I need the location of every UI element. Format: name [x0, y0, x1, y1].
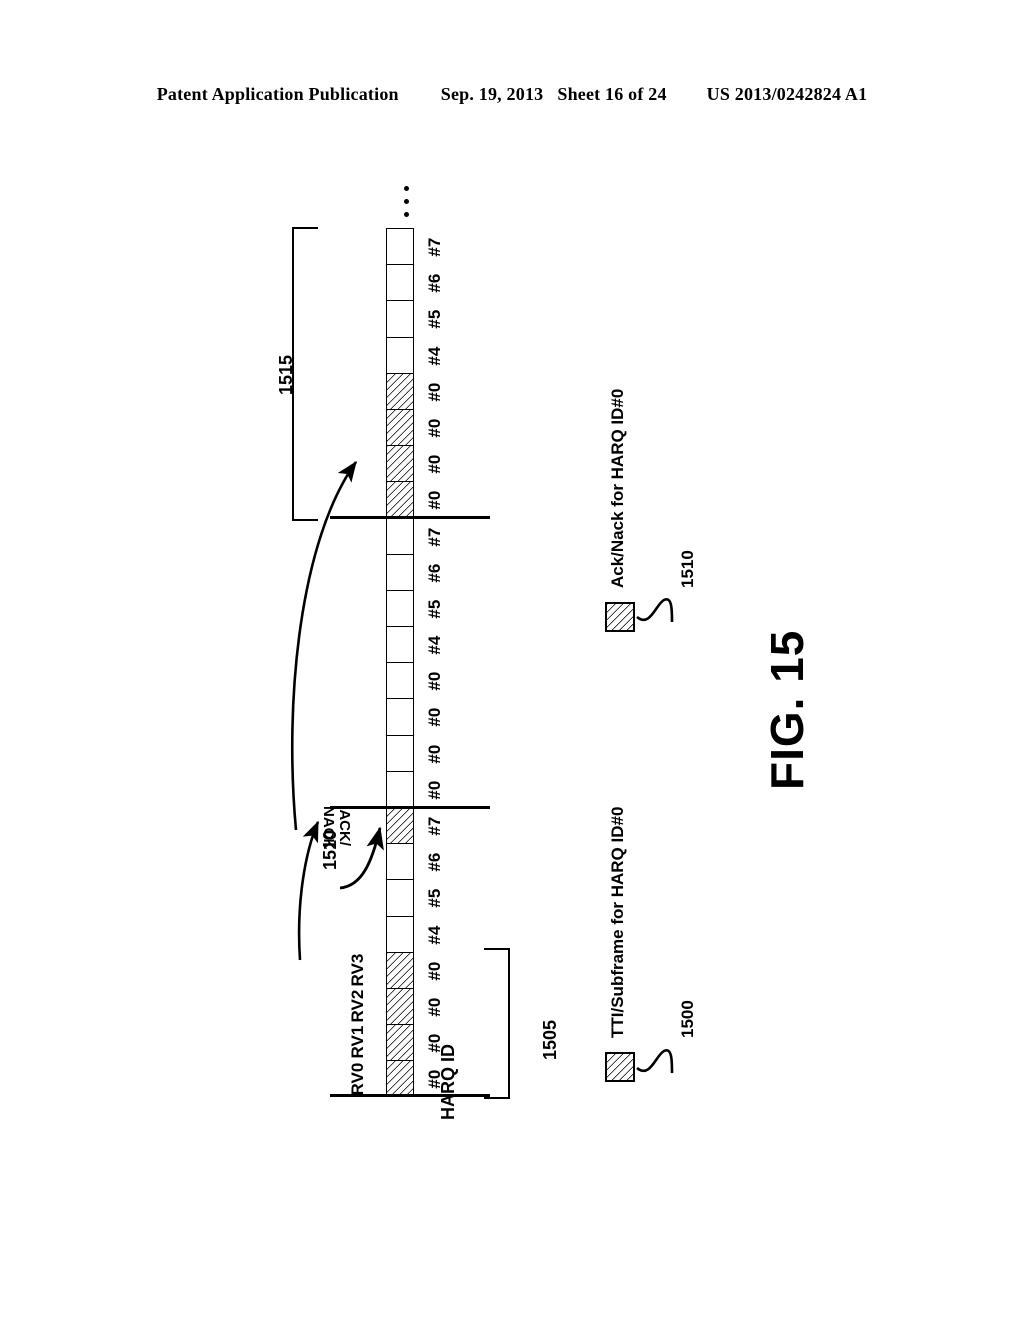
- tti-cell-harq-id: #6: [425, 852, 445, 872]
- legend-ref-1510: 1510: [678, 550, 697, 588]
- tti-cell: #0: [386, 951, 444, 988]
- tti-cell-harq-id: #7: [425, 816, 445, 836]
- tti-cell-harq-id: #0: [425, 708, 445, 727]
- tti-cell-harq-id: #0: [425, 997, 445, 1017]
- tti-cell: #7: [386, 517, 444, 554]
- tti-cell-harq-id: #0: [425, 671, 445, 691]
- legend-ref-1500: 1500: [678, 1000, 697, 1038]
- tti-cell-harq-id: #4: [425, 925, 445, 945]
- tti-cell: #0: [386, 1060, 444, 1097]
- legend-leader-acknack: [636, 598, 674, 623]
- legend-leader-tti: [636, 1049, 674, 1074]
- tti-cell-harq-id: #0: [425, 961, 445, 981]
- legend-label-acknack: Ack/Nack for HARQ ID#0: [608, 388, 627, 588]
- tti-cell-harq-id: #4: [425, 635, 445, 655]
- tti-cell: #0: [386, 408, 444, 446]
- tti-cell: #5: [386, 300, 444, 337]
- legend-swatch-tti: [605, 1052, 635, 1082]
- tti-cell: #0: [386, 1024, 444, 1061]
- tti-cell: #5: [386, 879, 444, 916]
- frame-separator-mid: [330, 806, 490, 809]
- tti-cell: #6: [386, 264, 444, 301]
- tti-cell-harq-id: #7: [425, 527, 445, 547]
- tti-cell-harq-id: #5: [425, 599, 445, 619]
- legend-swatch-acknack: [605, 602, 635, 632]
- bracket-1505-label: 1505: [540, 1019, 560, 1060]
- tti-cell: #0: [386, 372, 444, 409]
- arrow-to-acknack-region: [297, 820, 320, 961]
- tti-cell: #4: [386, 915, 444, 952]
- tti-cell: #7: [386, 807, 444, 844]
- tti-cell-harq-id: #0: [425, 744, 445, 764]
- tti-cell-harq-id: #5: [425, 310, 445, 329]
- tti-cell-harq-id: #0: [425, 780, 445, 800]
- figure-caption: FIG. 15: [761, 629, 813, 790]
- bracket-1515-label: 1515: [276, 354, 296, 395]
- tti-cell-harq-id: #5: [425, 889, 445, 908]
- frame-separator-bottom: [330, 1094, 490, 1097]
- tti-subframe-column: #7 #6 #5 #4 #0 #0 #0 #0 #7 #6 #5 #4 #0 #0 #0 #0 #7 #6 #5 #4…: [348, 228, 444, 1097]
- tti-cell: #0: [386, 445, 444, 482]
- tti-cell: #0: [386, 770, 444, 807]
- figure-annotations: [290, 460, 674, 1074]
- tti-cell-harq-id: #0: [425, 418, 445, 438]
- tti-cell: #0: [386, 734, 444, 771]
- tti-cell: #4: [386, 626, 444, 663]
- tti-cell: #0: [386, 698, 444, 735]
- acknack-ref-1510: 1510: [320, 829, 340, 870]
- harq-id-axis-caption: HARQ ID: [438, 1044, 458, 1120]
- legend-label-tti: TTI/Subframe for HARQ ID#0: [608, 806, 627, 1038]
- tti-cell: #0: [386, 987, 444, 1025]
- tti-cell: #6: [386, 843, 444, 880]
- tti-cell-harq-id: #6: [425, 563, 445, 583]
- tti-cell: #0: [386, 662, 444, 699]
- tti-cell-harq-id: #4: [425, 346, 445, 366]
- frame-separator-top: [330, 516, 490, 519]
- tti-cell: #0: [386, 481, 444, 518]
- tti-cell-harq-id: #7: [425, 237, 445, 257]
- tti-cell: #5: [386, 589, 444, 627]
- tti-cell: #6: [386, 553, 444, 590]
- tti-cell-harq-id: #0: [425, 490, 445, 510]
- tti-cell-harq-id: #0: [425, 454, 445, 474]
- tti-cell-harq-id: #0: [425, 382, 445, 402]
- tti-cell-harq-id: #6: [425, 273, 445, 293]
- tti-cell: #4: [386, 336, 444, 373]
- bracket-1505: [484, 948, 510, 1099]
- patent-figure: #7 #6 #5 #4 #0 #0 #0 #0 #7 #6 #5 #4 #0 #0 #0 #0 #7 #6 #5 #4…: [0, 0, 1024, 1320]
- tti-cell: #7: [386, 228, 444, 265]
- ellipsis-icon: [404, 186, 409, 225]
